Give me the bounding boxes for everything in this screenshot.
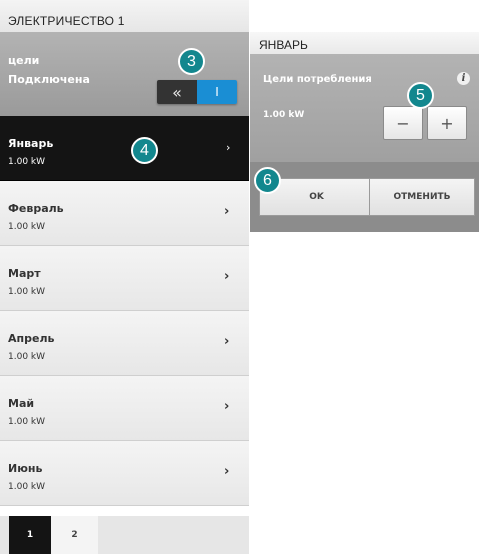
dialog-body: Цели потребления i 1.00 kW − + (250, 54, 479, 162)
month-name: Май (8, 397, 35, 410)
chevron-right-icon: › (224, 464, 230, 479)
goals-toggle[interactable]: « I (157, 80, 237, 104)
chevron-right-icon: › (224, 204, 230, 219)
month-item-june[interactable]: Июнь 1.00 kW › (0, 441, 249, 506)
month-item-january[interactable]: Январь 1.00 kW › (0, 116, 249, 181)
month-item-april[interactable]: Апрель 1.00 kW › (0, 311, 249, 376)
callout-badge-6: 6 (254, 167, 281, 194)
month-item-march[interactable]: Март 1.00 kW › (0, 246, 249, 311)
cancel-button[interactable]: ОТМЕНИТЬ (369, 178, 475, 216)
toggle-on-icon[interactable]: I (197, 80, 237, 104)
callout-badge-4: 4 (131, 137, 158, 164)
consumption-goal-value: 1.00 kW (263, 110, 305, 120)
callout-badge-5: 5 (407, 82, 434, 109)
month-name: Январь (8, 137, 54, 150)
month-value: 1.00 kW (8, 417, 46, 427)
goals-label: цели (8, 54, 40, 67)
pagination: 1 2 (0, 516, 249, 554)
month-item-may[interactable]: Май 1.00 kW › (0, 376, 249, 441)
chevron-right-icon: › (224, 334, 230, 349)
month-name: Июнь (8, 462, 43, 475)
consumption-goal-label: Цели потребления (263, 74, 372, 85)
dialog-title: ЯНВАРЬ (250, 32, 479, 54)
callout-badge-3: 3 (178, 48, 205, 75)
info-icon[interactable]: i (457, 72, 470, 85)
chevron-right-icon: › (224, 269, 230, 284)
month-value: 1.00 kW (8, 352, 46, 362)
month-value: 1.00 kW (8, 287, 46, 297)
panel-title: ЭЛЕКТРИЧЕСТВО 1 (0, 0, 249, 32)
month-name: Март (8, 267, 41, 280)
month-value: 1.00 kW (8, 482, 46, 492)
increase-button[interactable]: + (427, 106, 467, 140)
decrease-button[interactable]: − (383, 106, 423, 140)
month-name: Апрель (8, 332, 55, 345)
dialog-footer: OK ОТМЕНИТЬ (250, 162, 479, 232)
month-list: Январь 1.00 kW › Февраль 1.00 kW › Март … (0, 116, 249, 506)
month-value: 1.00 kW (8, 222, 46, 232)
toggle-back-icon[interactable]: « (157, 80, 197, 104)
month-value: 1.00 kW (8, 157, 46, 167)
month-name: Февраль (8, 202, 64, 215)
page-button-2[interactable]: 2 (51, 516, 98, 554)
page-button-1[interactable]: 1 (9, 516, 51, 554)
goals-status: Подключена (8, 73, 90, 86)
chevron-right-icon: › (224, 399, 230, 414)
month-item-february[interactable]: Февраль 1.00 kW › (0, 181, 249, 246)
chevron-right-icon: › (226, 141, 231, 154)
goals-section: цели Подключена « I (0, 32, 249, 116)
